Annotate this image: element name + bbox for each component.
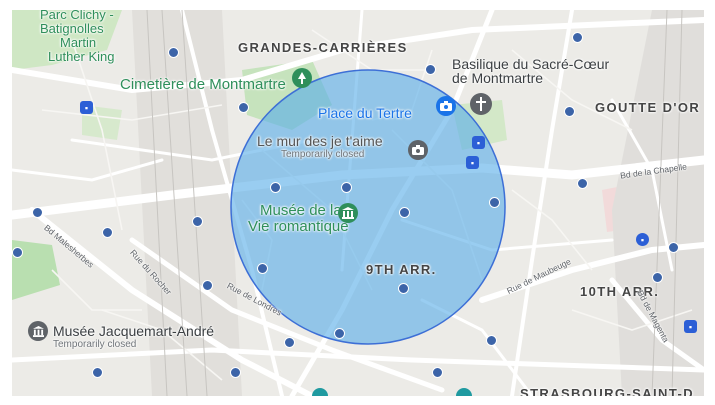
- jacquemart-andre-status: Temporarily closed: [53, 339, 137, 350]
- metro-icon[interactable]: [341, 182, 352, 193]
- basilique-label-line2: de Montmartre: [452, 70, 544, 86]
- metro-icon[interactable]: [202, 280, 213, 291]
- bus-icon[interactable]: ▪: [80, 101, 93, 114]
- metro-icon[interactable]: [564, 106, 575, 117]
- mur-je-taime-status: Temporarily closed: [281, 149, 365, 160]
- map-canvas[interactable]: Parc Clichy - Batignolles Martin Luther …: [12, 10, 704, 396]
- metro-icon[interactable]: [399, 207, 410, 218]
- metro-icon[interactable]: [577, 178, 588, 189]
- metro-icon[interactable]: [32, 207, 43, 218]
- metro-icon[interactable]: [425, 64, 436, 75]
- metro-icon[interactable]: [168, 47, 179, 58]
- musee-vie-romantique-label-line2: Vie romantique: [248, 218, 349, 235]
- camera-icon[interactable]: [436, 96, 456, 116]
- museum-icon[interactable]: [338, 203, 358, 223]
- metro-icon[interactable]: [230, 367, 241, 378]
- place-du-tertre-label: Place du Tertre: [318, 105, 412, 121]
- metro-icon[interactable]: [668, 242, 679, 253]
- metro-icon[interactable]: [572, 32, 583, 43]
- park-luther-king-label: Luther King: [48, 49, 115, 64]
- metro-icon[interactable]: [398, 283, 409, 294]
- jacquemart-andre-label: Musée Jacquemart-André: [53, 323, 215, 339]
- metro-icon[interactable]: [102, 227, 113, 238]
- metro-icon[interactable]: [257, 263, 268, 274]
- museum-icon[interactable]: [28, 321, 48, 341]
- metro-icon[interactable]: [270, 182, 281, 193]
- park-martin-label: Martin: [60, 35, 97, 50]
- cemetery-icon[interactable]: [292, 68, 312, 88]
- metro-icon[interactable]: [432, 367, 443, 378]
- park-clichy-label: Parc Clichy -: [40, 10, 114, 22]
- district-9th-arr-label: 9TH ARR.: [366, 262, 437, 277]
- mur-je-taime-label: Le mur des je t'aime: [257, 133, 383, 149]
- camera-icon[interactable]: [408, 140, 428, 160]
- metro-icon[interactable]: [192, 216, 203, 227]
- metro-icon[interactable]: [284, 337, 295, 348]
- church-icon[interactable]: [470, 93, 492, 115]
- bus-icon[interactable]: ▪: [466, 156, 479, 169]
- metro-icon[interactable]: [92, 367, 103, 378]
- metro-icon[interactable]: [486, 335, 497, 346]
- metro-icon[interactable]: [652, 272, 663, 283]
- metro-icon[interactable]: [489, 197, 500, 208]
- cimetiere-label: Cimetière de Montmartre: [120, 76, 286, 93]
- bus-icon[interactable]: ▪: [472, 136, 485, 149]
- bus-icon[interactable]: ▪: [684, 320, 697, 333]
- metro-icon[interactable]: [12, 247, 23, 258]
- rail-icon[interactable]: ▪: [636, 233, 649, 246]
- park-batignolles-label: Batignolles: [40, 21, 104, 36]
- metro-icon[interactable]: [238, 102, 249, 113]
- musee-vie-romantique-label-line1: Musée de la: [260, 202, 342, 219]
- district-grandes-carrieres-label: GRANDES-CARRIÈRES: [238, 40, 408, 55]
- district-strasbourg-label: STRASBOURG-SAINT-D: [520, 386, 694, 396]
- district-goutte-dor-label: GOUTTE D'OR: [595, 100, 701, 115]
- metro-icon[interactable]: [334, 328, 345, 339]
